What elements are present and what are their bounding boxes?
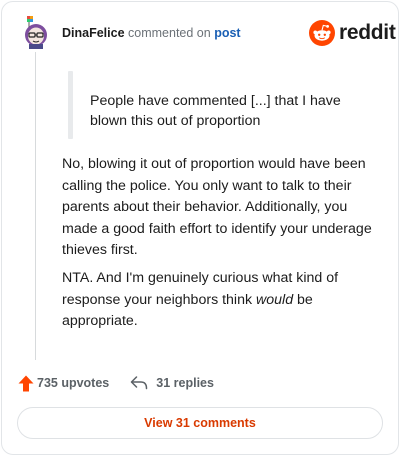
comment-header: DinaFelice commented on post — [62, 25, 241, 41]
avatar[interactable] — [20, 15, 52, 49]
comment-paragraph-2: NTA. And I'm genuinely curious what kind… — [62, 268, 380, 333]
blockquote: People have commented [...] that I have … — [90, 93, 341, 129]
comment-paragraph-1: No, blowing it out of proportion would h… — [62, 156, 372, 258]
thread-line — [35, 52, 36, 360]
upvote-arrow-icon — [18, 375, 34, 391]
reply-button[interactable]: 31 replies — [130, 376, 214, 390]
paragraph-2-emphasis: would — [256, 291, 294, 308]
avatar-image — [25, 16, 47, 49]
post-link[interactable]: post — [214, 26, 240, 40]
reply-arrow-icon — [131, 376, 148, 390]
reddit-wordmark: reddit — [339, 21, 396, 44]
reddit-brand[interactable]: reddit — [309, 18, 396, 48]
commented-on-label: commented on — [128, 26, 211, 40]
upvote-count: 735 upvotes — [37, 376, 110, 390]
username-link[interactable]: DinaFelice — [62, 26, 125, 40]
upvote-button[interactable]: 735 upvotes — [18, 375, 109, 392]
action-bar: 735 upvotes 31 replies — [18, 373, 214, 393]
reddit-snoo-icon — [309, 20, 335, 46]
view-comments-button[interactable]: View 31 comments — [17, 407, 383, 439]
reply-count: 31 replies — [156, 376, 214, 390]
quote-bar — [68, 71, 73, 139]
